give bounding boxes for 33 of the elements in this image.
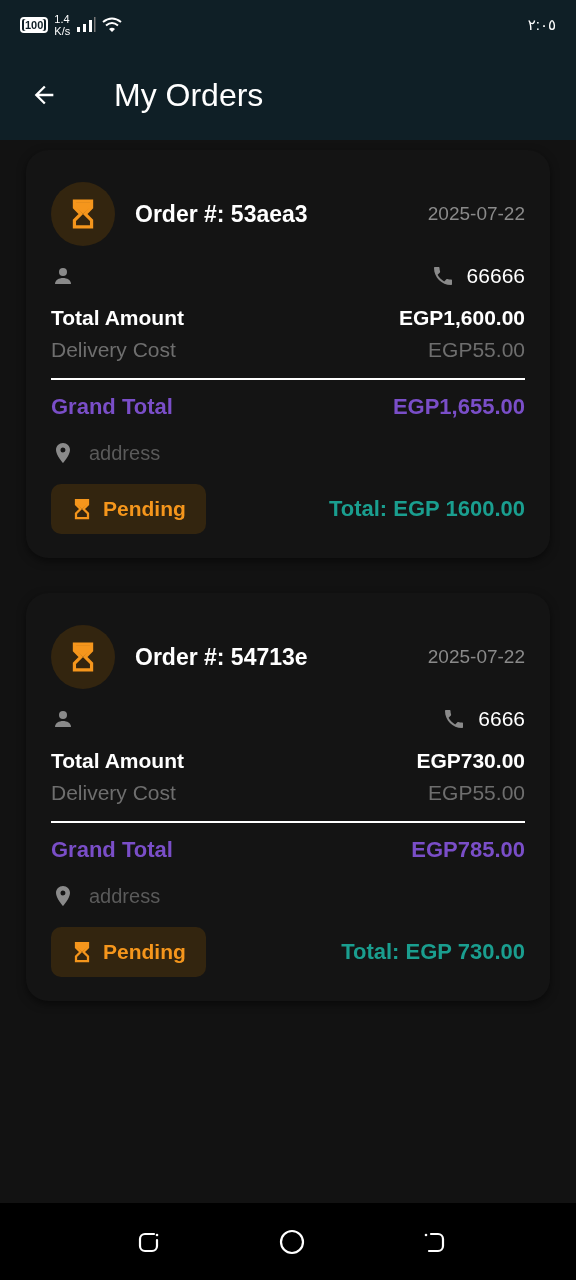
order-total: Total: EGP 730.00 (341, 939, 525, 965)
order-number: Order #: 53aea3 (135, 200, 308, 228)
total-amount-label: Total Amount (51, 305, 184, 331)
battery-icon: 100 (20, 17, 49, 33)
home-icon[interactable] (277, 1227, 306, 1256)
phone-number: 66666 (466, 264, 525, 288)
total-amount-label: Total Amount (51, 748, 184, 774)
order-date: 2025-07-22 (427, 646, 525, 668)
order-total: Total: EGP 1600.00 (328, 496, 525, 522)
delivery-cost-value: EGP55.00 (428, 780, 525, 806)
total-amount-value: EGP730.00 (416, 748, 525, 774)
order-card[interactable]: Order #: 54713e 2025-07-22 6666 Total Amount EGP730.00 Delivery Cost EGP55.00 Grand Total EGP785.00 address Pending Total: EGP 730.00 (26, 593, 550, 1001)
status-badge: Pending (51, 484, 206, 534)
wifi-icon (102, 17, 123, 33)
order-card[interactable]: Order #: 53aea3 2025-07-22 66666 Total Amount EGP1,600.00 Delivery Cost EGP55.00 Grand Total EGP1,655.00 address Pending Total: EGP 1600.00 (26, 150, 550, 558)
signal-icon (76, 17, 97, 33)
delivery-cost-label: Delivery Cost (51, 780, 176, 806)
page-title: My Orders (114, 76, 264, 114)
network-speed: 1.4 K/s (54, 13, 71, 37)
grand-total-value: EGP1,655.00 (392, 394, 525, 420)
delivery-cost-value: EGP55.00 (428, 337, 525, 363)
grand-total-label: Grand Total (51, 394, 173, 420)
delivery-cost-label: Delivery Cost (51, 337, 176, 363)
grand-total-label: Grand Total (51, 837, 173, 863)
phone-number: 6666 (478, 707, 525, 731)
clock: ٢:٠٥ (527, 16, 556, 34)
status-badge: Pending (51, 927, 206, 977)
order-number: Order #: 54713e (135, 643, 308, 671)
order-date: 2025-07-22 (427, 203, 525, 225)
total-amount-value: EGP1,600.00 (398, 305, 525, 331)
address-text: address (89, 441, 161, 465)
address-text: address (89, 884, 161, 908)
grand-total-value: EGP785.00 (411, 837, 525, 863)
